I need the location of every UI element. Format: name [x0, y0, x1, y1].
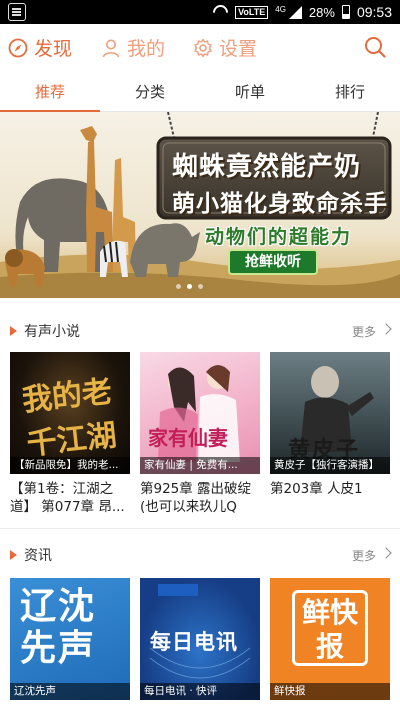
news-card[interactable]: 每日电讯 每日电讯 · 快评 [140, 578, 260, 700]
carousel-dot-active [187, 284, 192, 289]
banner-title: 蜘蛛竟然能产奶 [172, 152, 362, 182]
cover-title: 鲜快报 [292, 590, 368, 666]
tab-ranking[interactable]: 排行 [300, 74, 400, 112]
tab-bar: 推荐 分类 听单 排行 [0, 74, 400, 113]
book-cover[interactable]: 家有仙妻 家有仙妻 | 免费有... [140, 352, 260, 474]
novel-card[interactable]: 家有仙妻 家有仙妻 | 免费有... 第925章 露出破绽(也可以来玖儿Q群..… [140, 352, 260, 516]
banner-subtitle: 动物们的超能力 [205, 226, 353, 248]
cover-caption: 辽沈先声 [10, 683, 130, 700]
chevron-right-icon[interactable] [380, 547, 392, 559]
more-link[interactable]: 更多 [352, 323, 376, 340]
book-cover[interactable]: 黄皮子 黄皮子【独行客演播】 [270, 352, 390, 474]
banner-listen-button[interactable]: 抢鲜收听 [228, 249, 318, 275]
carousel-dot [198, 284, 203, 289]
tab-playlist[interactable]: 听单 [200, 74, 300, 112]
nav-settings[interactable]: 设置 [193, 34, 257, 61]
novel-card[interactable]: 我的老千江湖 【新品限免】我的老... 【第1卷：江湖之道】 第077章 昂..… [10, 352, 130, 516]
cover-caption: 黄皮子【独行客演播】 [270, 457, 390, 474]
cover-title: 每日电讯 [150, 630, 238, 654]
tab-recommend[interactable]: 推荐 [0, 74, 100, 113]
signal-icon [288, 5, 302, 19]
gear-icon [194, 38, 212, 57]
cover-caption: 每日电讯 · 快评 [140, 683, 260, 700]
section-divider [0, 528, 400, 529]
top-nav: 发现 我的 设置 [0, 24, 400, 70]
battery-icon [341, 5, 350, 19]
cover-caption: 【新品限免】我的老... [10, 457, 130, 474]
clock: 09:53 [356, 4, 392, 20]
compass-icon [8, 38, 28, 57]
cover-title: 我的老千江湖 [20, 374, 119, 463]
cover-title: 辽沈先声 [20, 586, 97, 669]
promo-banner[interactable]: 蜘蛛竟然能产奶 萌小猫化身致命杀手 动物们的超能力 抢鲜收听 [0, 112, 400, 298]
cover-caption: 鲜快报 [270, 683, 390, 700]
more-link[interactable]: 更多 [352, 547, 376, 564]
section-audio-novels-header: 有声小说 更多 [0, 316, 400, 344]
section-news-header: 资讯 更多 [0, 540, 400, 568]
cover-art [158, 365, 240, 462]
episode-title: 第925章 露出破绽(也可以来玖儿Q群... [140, 481, 252, 515]
nav-mine-label: 我的 [127, 38, 166, 60]
cover-title: 家有仙妻 [148, 426, 228, 450]
network-type: 4G [275, 4, 286, 14]
hotspot-icon [209, 1, 232, 23]
novel-card[interactable]: 黄皮子 黄皮子【独行客演播】 第203章 人皮1 [270, 352, 390, 516]
nav-find-label: 发现 [34, 38, 73, 60]
user-icon [102, 39, 120, 57]
battery-percent: 28% [308, 4, 335, 20]
carousel-indicator [176, 284, 203, 289]
chevron-right-icon[interactable] [380, 323, 392, 335]
search-icon[interactable] [364, 36, 386, 58]
episode-title: 【第1卷：江湖之道】 第077章 昂... [10, 481, 125, 515]
episode-title: 第203章 人皮1 [270, 481, 363, 497]
notification-icon [8, 3, 26, 21]
nav-mine[interactable]: 我的 [101, 34, 165, 61]
nav-find[interactable]: 发现 [8, 34, 72, 61]
news-card[interactable]: 鲜快报 鲜快报 [270, 578, 390, 700]
section-title: 有声小说 [24, 324, 80, 340]
news-cover[interactable]: 每日电讯 每日电讯 · 快评 [140, 578, 260, 700]
news-cover[interactable]: 鲜快报 鲜快报 [270, 578, 390, 700]
status-bar: VoLTE 4G 28% 09:53 [0, 0, 400, 24]
volte-badge: VoLTE [235, 5, 269, 19]
nav-settings-label: 设置 [219, 38, 258, 60]
section-title: 资讯 [24, 548, 52, 564]
section-marker-icon [10, 326, 17, 336]
carousel-dot [176, 284, 181, 289]
banner-title-2: 萌小猫化身致命杀手 [172, 191, 388, 217]
news-card[interactable]: 辽沈先声 辽沈先声 [10, 578, 130, 700]
section-marker-icon [10, 550, 17, 560]
cover-caption: 家有仙妻 | 免费有... [140, 457, 260, 474]
tab-category[interactable]: 分类 [100, 74, 200, 112]
book-cover[interactable]: 我的老千江湖 【新品限免】我的老... [10, 352, 130, 474]
news-cover[interactable]: 辽沈先声 辽沈先声 [10, 578, 130, 700]
